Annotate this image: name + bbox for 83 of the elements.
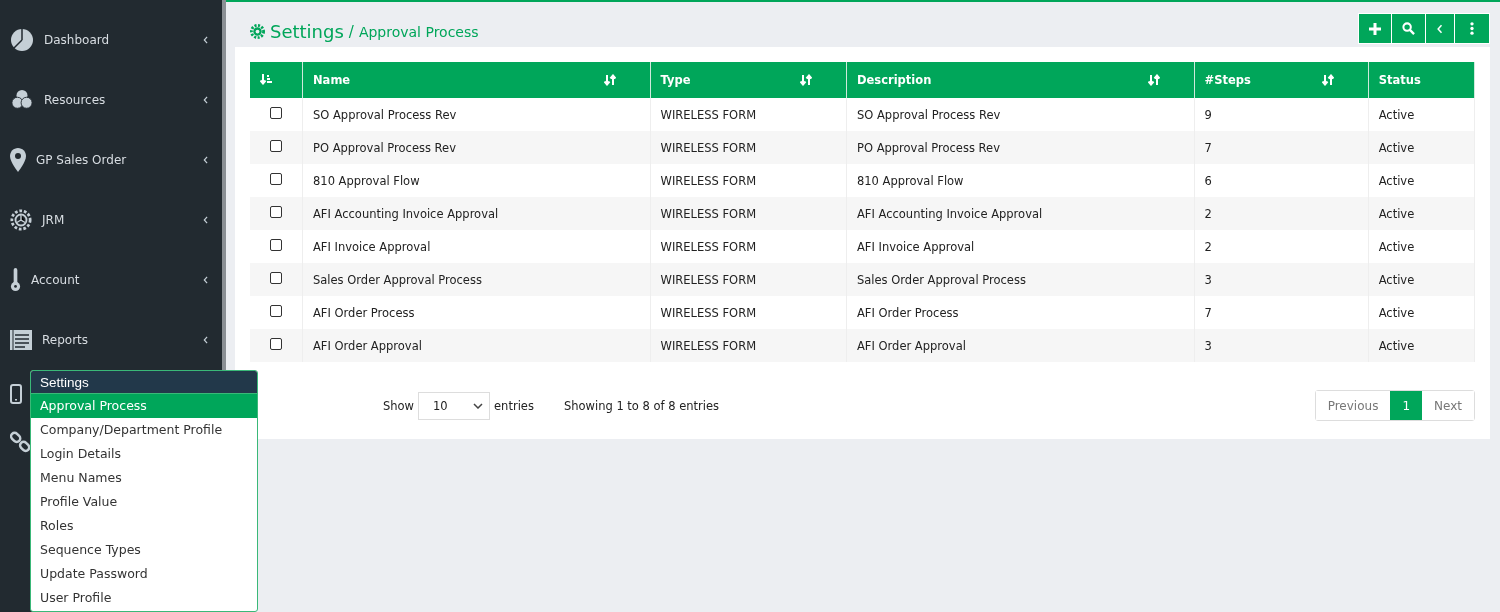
add-button[interactable] <box>1358 13 1392 44</box>
menu-item[interactable]: Sequence Types <box>31 538 257 562</box>
chevron-left-icon[interactable] <box>203 36 208 44</box>
breadcrumb-separator: / <box>348 22 354 41</box>
menu-item[interactable]: Roles <box>31 514 257 538</box>
chevron-left-icon[interactable] <box>203 156 208 164</box>
table-cell: WIRELESS FORM <box>650 197 847 230</box>
menu-item[interactable]: Login Details <box>31 442 257 466</box>
table-cell: Active <box>1368 263 1475 296</box>
search-icon <box>1402 22 1415 35</box>
chevron-left-icon[interactable] <box>203 96 208 104</box>
table-cell: WIRELESS FORM <box>650 263 847 296</box>
sort-icon[interactable] <box>800 74 812 86</box>
document-list-icon[interactable] <box>10 330 32 350</box>
chevron-down-icon <box>473 402 484 409</box>
menu-title: Settings <box>31 371 257 394</box>
table-cell: AFI Order Approval <box>846 329 1195 362</box>
table-cell: AFI Accounting Invoice Approval <box>846 197 1195 230</box>
table-cell: 7 <box>1194 131 1369 164</box>
chevron-left-icon[interactable] <box>203 336 208 344</box>
row-checkbox[interactable] <box>270 338 282 350</box>
table-cell: WIRELESS FORM <box>650 131 847 164</box>
gear-icon <box>250 24 265 39</box>
collapse-button[interactable] <box>1426 13 1455 44</box>
column-label: Name <box>313 73 351 87</box>
menu-item[interactable]: Menu Names <box>31 466 257 490</box>
table-cell: AFI Accounting Invoice Approval <box>302 197 651 230</box>
more-options-button[interactable] <box>1455 13 1490 44</box>
table-cell: 2 <box>1194 197 1369 230</box>
sidebar-item[interactable]: JRM <box>42 213 193 227</box>
column-label: Type <box>660 73 691 87</box>
plus-icon <box>1369 22 1381 35</box>
table-cell: Sales Order Approval Process <box>302 263 651 296</box>
table-cell: PO Approval Process Rev <box>846 131 1195 164</box>
sidebar-item[interactable]: GP Sales Order <box>36 153 193 167</box>
row-checkbox[interactable] <box>270 305 282 317</box>
search-button[interactable] <box>1392 13 1426 44</box>
column-label: Status <box>1378 73 1421 87</box>
chain-link-icon[interactable] <box>10 431 32 453</box>
row-checkbox[interactable] <box>270 272 282 284</box>
sidebar-item[interactable]: Dashboard <box>44 33 193 47</box>
menu-item[interactable]: Update Password <box>31 562 257 586</box>
sort-icon[interactable] <box>603 74 616 86</box>
table-cell: Active <box>1368 329 1475 362</box>
row-checkbox[interactable] <box>270 173 282 185</box>
show-label: Show <box>383 398 415 413</box>
chevron-left-icon[interactable] <box>203 276 208 284</box>
sidebar-item[interactable]: Resources <box>44 93 193 107</box>
breadcrumb-page: Approval Process <box>358 23 479 40</box>
more-icon <box>1470 22 1474 35</box>
row-checkbox[interactable] <box>270 107 282 119</box>
menu-item[interactable]: Company/Department Profile <box>31 418 257 442</box>
phone-icon[interactable] <box>10 384 22 404</box>
gear-icon[interactable] <box>10 209 32 231</box>
chevron-left-icon[interactable] <box>203 216 208 224</box>
row-checkbox[interactable] <box>270 239 282 251</box>
entries-label: entries <box>494 398 534 413</box>
sort-icon[interactable] <box>1321 74 1334 86</box>
sidebar-item[interactable]: Reports <box>42 333 193 347</box>
menu-item[interactable]: User Profile <box>31 586 257 610</box>
table-cell: Active <box>1368 197 1475 230</box>
entries-info: Showing 1 to 8 of 8 entries <box>563 398 720 413</box>
three-circles-icon[interactable] <box>10 89 34 111</box>
pie-chart-icon[interactable] <box>10 28 34 52</box>
row-checkbox[interactable] <box>270 140 282 152</box>
sort-icon[interactable] <box>260 72 272 85</box>
sidebar-item[interactable]: Account <box>31 273 193 287</box>
map-pin-icon[interactable] <box>10 148 26 172</box>
table-cell: 3 <box>1194 263 1369 296</box>
table-cell: AFI Order Approval <box>302 329 651 362</box>
table-cell: PO Approval Process Rev <box>302 131 651 164</box>
sort-icon[interactable] <box>1147 74 1160 86</box>
column-label: #Steps <box>1204 73 1251 87</box>
row-checkbox[interactable] <box>270 206 282 218</box>
menu-item[interactable]: Profile Value <box>31 490 257 514</box>
column-label: Description <box>857 73 932 87</box>
page-size-select[interactable]: 10 <box>418 391 491 420</box>
thermometer-icon[interactable] <box>10 267 21 293</box>
table-cell: 3 <box>1194 329 1369 362</box>
chevron-left-icon <box>1437 23 1443 34</box>
table-cell: Sales Order Approval Process <box>846 263 1195 296</box>
table-cell: WIRELESS FORM <box>650 329 847 362</box>
table-cell: Active <box>1368 131 1475 164</box>
